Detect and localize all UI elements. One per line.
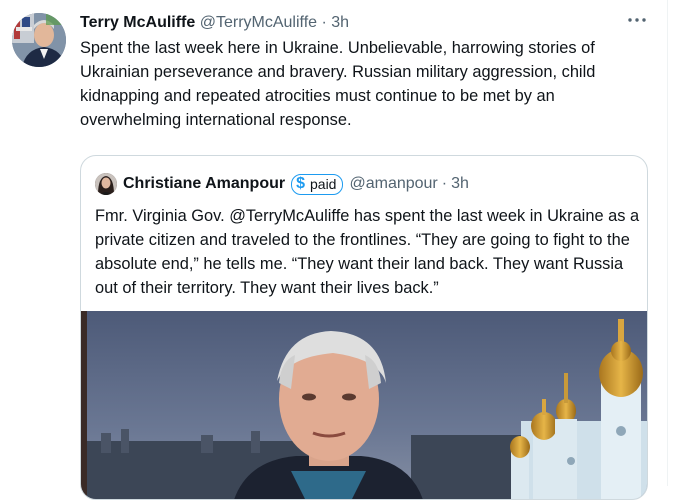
tweet-text: Spent the last week here in Ukraine. Unb… bbox=[80, 39, 596, 129]
avatar-image bbox=[12, 13, 66, 67]
dollar-icon: $ bbox=[296, 175, 305, 192]
timeline-divider bbox=[667, 0, 668, 486]
author-name[interactable]: Terry McAuliffe bbox=[80, 14, 195, 31]
tweet-time[interactable]: 3h bbox=[331, 14, 349, 31]
more-button[interactable] bbox=[624, 12, 650, 34]
quoted-author-name[interactable]: Christiane Amanpour bbox=[123, 175, 285, 193]
quoted-tweet-text: Fmr. Virginia Gov. @TerryMcAuliffe has s… bbox=[95, 207, 640, 297]
quoted-author-avatar[interactable] bbox=[95, 173, 117, 195]
quoted-tweet[interactable]: Christiane Amanpour $ paid @amanpour · 3… bbox=[80, 155, 648, 500]
author-handle[interactable]: @TerryMcAuliffe bbox=[200, 14, 317, 31]
quoted-tweet-time[interactable]: 3h bbox=[451, 175, 469, 193]
quoted-separator-dot: · bbox=[441, 175, 448, 192]
quoted-tweet-header: Christiane Amanpour $ paid @amanpour · 3… bbox=[95, 172, 469, 196]
video-still-image bbox=[81, 311, 647, 499]
quoted-avatar-image bbox=[95, 173, 117, 195]
tweet-header: Terry McAuliffe @TerryMcAuliffe · 3h bbox=[80, 12, 349, 34]
avatar[interactable] bbox=[12, 13, 66, 67]
more-horizontal-icon bbox=[628, 18, 646, 22]
tweet[interactable]: Terry McAuliffe @TerryMcAuliffe · 3h Spe… bbox=[0, 0, 667, 500]
quoted-tweet-video-thumbnail[interactable] bbox=[81, 311, 647, 499]
quoted-author-handle[interactable]: @amanpour bbox=[349, 175, 437, 193]
separator-dot: · bbox=[321, 14, 327, 31]
paid-badge[interactable]: $ paid bbox=[291, 173, 344, 195]
paid-badge-label: paid bbox=[310, 176, 337, 192]
